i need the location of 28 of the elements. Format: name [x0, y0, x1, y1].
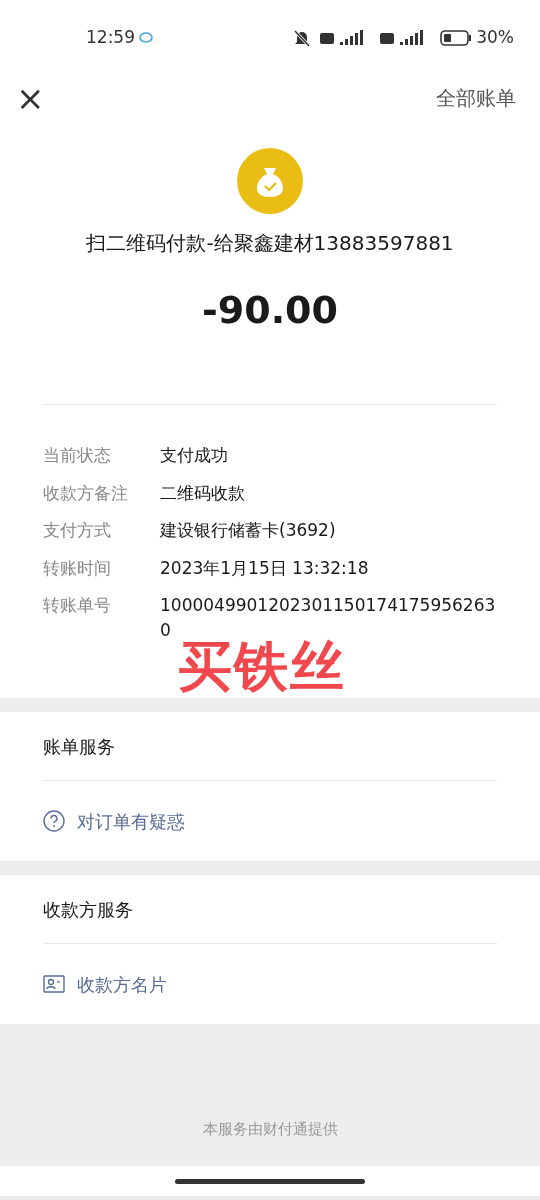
annotation-text: 买铁丝 — [178, 640, 346, 694]
clock-time: 12:59 — [86, 26, 135, 50]
detail-value: 二维码收款 — [160, 481, 245, 505]
contact-card-icon — [43, 974, 65, 994]
footer-text: 本服务由财付通提供 — [202, 1118, 338, 1140]
mute-bell-icon — [292, 28, 313, 48]
section-title: 收款方服务 — [43, 897, 134, 922]
close-button[interactable]: × — [16, 81, 45, 115]
payment-amount: -90.00 — [201, 287, 339, 334]
home-indicator[interactable] — [175, 1178, 365, 1184]
detail-value: 建设银行储蓄卡(3692) — [160, 519, 336, 542]
detail-value: 2023年1月15日 13:32:18 — [160, 556, 369, 580]
question-icon — [43, 810, 65, 832]
payment-title: 扫二维码付款-给聚鑫建材13883597881 — [85, 230, 455, 257]
detail-label: 转账时间 — [43, 556, 112, 580]
money-bag-icon — [237, 148, 303, 214]
battery-icon — [440, 30, 473, 46]
detail-value: 支付成功 — [160, 444, 228, 467]
service-link[interactable]: 对订单有疑惑 — [77, 807, 185, 835]
section-title: 账单服务 — [43, 734, 116, 759]
detail-value: 10000499012023011501741759562630 — [160, 594, 497, 640]
detail-label: 当前状态 — [43, 444, 112, 467]
service-link[interactable]: 收款方名片 — [77, 970, 167, 998]
all-bills-link[interactable]: 全部账单 — [436, 83, 516, 113]
detail-label: 转账单号 — [43, 594, 112, 617]
battery-level: 30% — [476, 26, 514, 50]
detail-label: 收款方备注 — [43, 481, 129, 505]
detail-label: 支付方式 — [43, 519, 112, 542]
